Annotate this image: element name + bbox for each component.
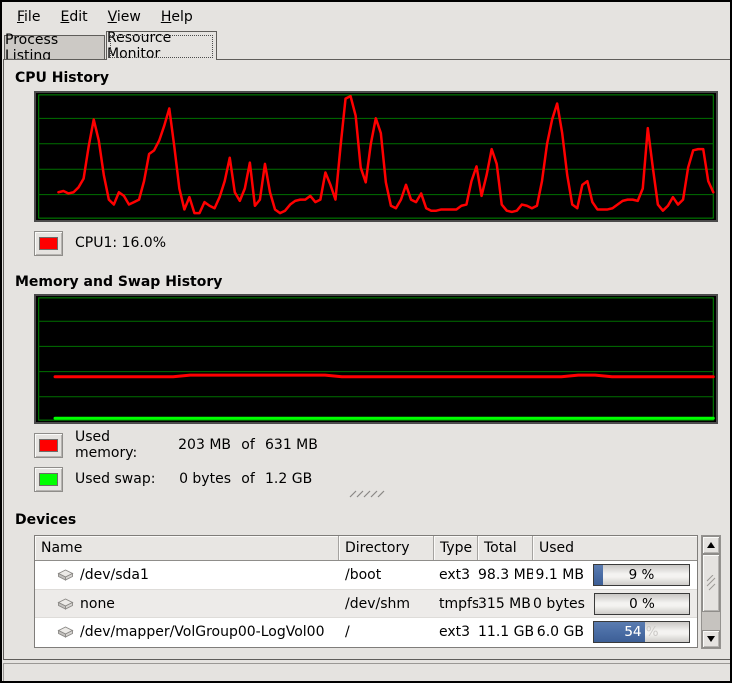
device-name-text: /dev/sda1	[80, 567, 149, 583]
usage-percent-label: 0 %	[595, 594, 689, 614]
menu-file[interactable]: File	[11, 6, 46, 28]
device-used: 6.0 GB 54 %54 %	[533, 621, 697, 643]
memory-legend-label: Used memory:	[75, 429, 175, 461]
device-used-value: 9.1 MB	[533, 567, 584, 583]
usage-progress-bar: 54 %54 %	[593, 621, 690, 643]
swap-color-swatch-button[interactable]	[34, 467, 63, 492]
device-row[interactable]: /dev/mapper/VolGroup00-LogVol00 /ext311.1…	[35, 617, 697, 645]
column-header-type[interactable]: Type	[434, 536, 478, 560]
cpu-history-title: CPU History	[15, 70, 109, 86]
devices-table: Name Directory Type Total Used /dev/sda1…	[34, 535, 698, 648]
system-monitor-window: File Edit View Help Process Listing Reso…	[0, 0, 732, 683]
column-header-name[interactable]: Name	[35, 536, 339, 560]
device-type: tmpfs	[434, 596, 478, 612]
device-type: ext3	[434, 624, 478, 640]
menu-edit[interactable]: Edit	[54, 6, 93, 28]
menu-view[interactable]: View	[102, 6, 147, 28]
disk-icon	[57, 597, 74, 611]
menu-help[interactable]: Help	[155, 6, 199, 28]
column-header-used[interactable]: Used	[533, 536, 697, 560]
device-name: /dev/mapper/VolGroup00-LogVol00	[35, 624, 339, 640]
device-total: 98.3 MB	[478, 567, 533, 583]
device-name: /dev/sda1	[35, 567, 339, 583]
device-used: 0 bytes 0 %0 %	[533, 593, 697, 615]
scrollbar-track[interactable]	[702, 612, 720, 630]
disk-icon	[57, 568, 74, 582]
swap-used-value: 0 bytes	[175, 471, 231, 487]
graph-line-used-memory	[55, 375, 713, 377]
disk-icon	[57, 625, 74, 639]
device-directory: /boot	[339, 567, 434, 583]
memory-used-value: 203 MB	[175, 437, 231, 453]
cpu-graph-canvas	[36, 93, 716, 220]
cpu-color-swatch-button[interactable]	[34, 231, 63, 256]
tab-process-listing[interactable]: Process Listing	[4, 35, 105, 59]
cpu-legend-label: CPU1: 16.0%	[75, 235, 166, 251]
devices-title: Devices	[15, 512, 76, 528]
usage-progress-bar: 0 %0 %	[594, 593, 690, 615]
tab-label: Resource Monitor	[107, 30, 216, 62]
usage-percent-label: 9 %	[594, 565, 689, 585]
scrollbar-thumb[interactable]	[702, 554, 720, 612]
swap-total-value: 1.2 GB	[265, 471, 312, 487]
scrollbar-up-button[interactable]	[702, 536, 720, 554]
status-bar	[3, 663, 731, 682]
memory-graph-canvas	[36, 296, 716, 422]
memory-of-label: of	[231, 437, 265, 453]
device-row[interactable]: none/dev/shmtmpfs315 MB0 bytes 0 %0 %	[35, 589, 697, 617]
device-total: 11.1 GB	[478, 624, 533, 640]
device-name: none	[35, 596, 339, 612]
up-arrow-icon	[707, 542, 715, 548]
memory-color-swatch	[39, 439, 58, 452]
cpu-color-swatch	[39, 237, 58, 250]
device-directory: /dev/shm	[339, 596, 434, 612]
device-used-value: 6.0 GB	[533, 624, 584, 640]
column-header-total[interactable]: Total	[478, 536, 533, 560]
swap-of-label: of	[231, 471, 265, 487]
swap-color-swatch	[39, 473, 58, 486]
memory-history-title: Memory and Swap History	[15, 274, 222, 290]
menubar: File Edit View Help	[2, 2, 730, 31]
graph-line-cpu1	[58, 96, 713, 213]
splitter-grip-icon	[349, 490, 385, 498]
down-arrow-icon	[707, 636, 715, 642]
memory-total-value: 631 MB	[265, 437, 318, 453]
scrollbar-down-button[interactable]	[702, 630, 720, 648]
devices-table-body: /dev/sda1/bootext398.3 MB9.1 MB9 %9 %non…	[35, 561, 697, 645]
device-used-value: 0 bytes	[533, 596, 585, 612]
cpu-history-graph	[34, 91, 718, 222]
device-name-text: /dev/mapper/VolGroup00-LogVol00	[80, 624, 325, 640]
device-name-text: none	[80, 596, 115, 612]
resource-monitor-page: CPU History CPU1: 16.0% Memory and Swap …	[3, 59, 731, 660]
memory-color-swatch-button[interactable]	[34, 433, 63, 458]
column-header-directory[interactable]: Directory	[339, 536, 434, 560]
devices-table-header: Name Directory Type Total Used	[35, 536, 697, 561]
memory-history-graph	[34, 294, 718, 424]
usage-progress-bar: 9 %9 %	[593, 564, 690, 586]
swap-legend-label: Used swap:	[75, 471, 175, 487]
pane-splitter-handle[interactable]	[4, 489, 730, 498]
device-type: ext3	[434, 567, 478, 583]
device-used: 9.1 MB 9 %9 %	[533, 564, 697, 586]
devices-vertical-scrollbar[interactable]	[701, 535, 721, 649]
device-row[interactable]: /dev/sda1/bootext398.3 MB9.1 MB 9 %9 %	[35, 561, 697, 589]
tab-bar: Process Listing Resource Monitor	[3, 31, 729, 59]
device-total: 315 MB	[478, 596, 533, 612]
device-directory: /	[339, 624, 434, 640]
tab-resource-monitor[interactable]: Resource Monitor	[106, 31, 217, 60]
thumb-grip-icon	[706, 575, 716, 591]
